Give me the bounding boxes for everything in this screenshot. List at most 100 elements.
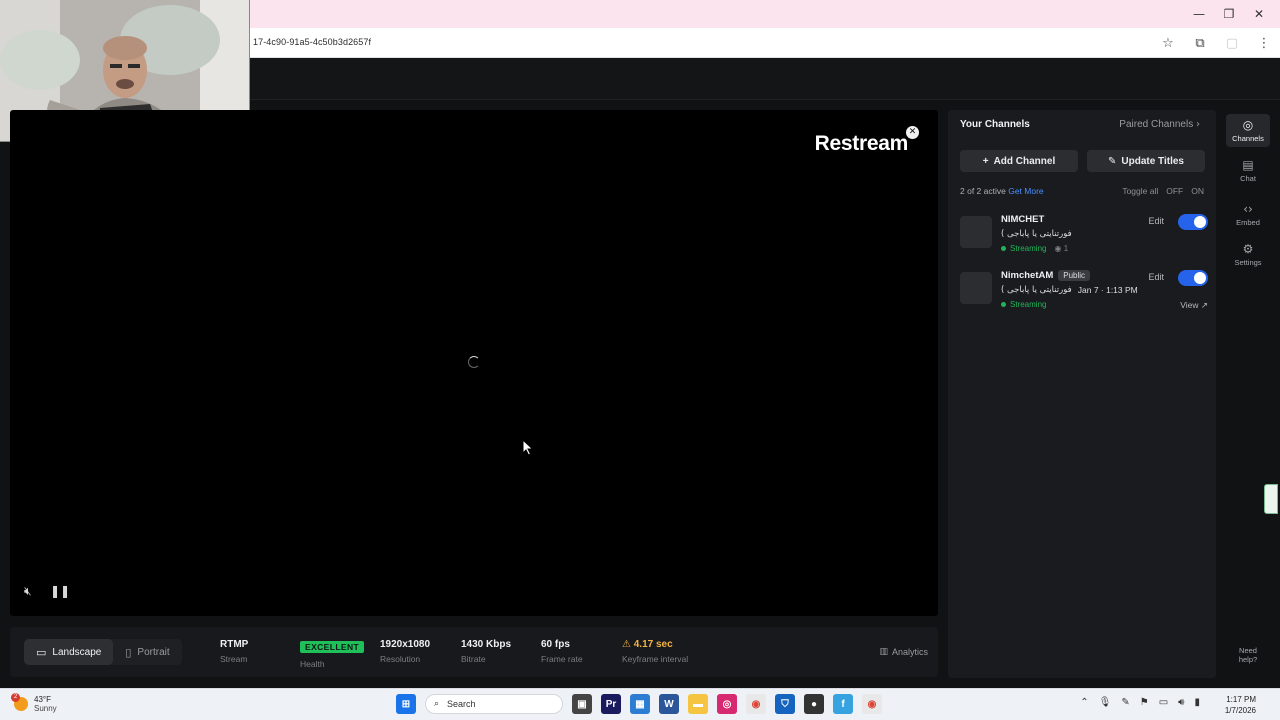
close-window-button[interactable]: ✕ [1244,4,1274,24]
store-icon[interactable]: ▦ [630,694,650,714]
active-count-text: 2 of 2 active [960,186,1006,196]
update-titles-button[interactable]: ✎ Update Titles [1087,150,1205,172]
rail-item-embed[interactable]: ‹› Embed [1226,202,1270,227]
get-more-link[interactable]: Get More [1008,186,1043,196]
edit-channel-button[interactable]: Edit [1148,216,1164,226]
warning-icon: ⚠ [622,639,631,650]
viewers-count-text: 1 [1063,244,1069,253]
file-explorer-icon[interactable]: ▣ [572,694,592,714]
mute-icon[interactable]: 🔇︎ [24,584,32,599]
portrait-button[interactable]: ▯ Portrait [113,639,181,665]
eye-icon: ◉ [1054,244,1062,253]
edit-channel-button[interactable]: Edit [1148,272,1164,282]
battery-icon[interactable]: ▮ [1194,697,1200,708]
paired-label: Paired Channels [1119,119,1194,130]
bookmark-star-icon[interactable]: ☆ [1158,33,1178,53]
stat-protocol: RTMP Stream [220,639,248,664]
rail-label: Channels [1232,134,1264,143]
analytics-label: Analytics [891,647,928,657]
toggle-all-off[interactable]: OFF [1166,186,1183,196]
pen-icon[interactable]: ✎ [1121,697,1129,708]
security-shield-icon[interactable]: ⛉ [775,694,795,714]
add-channel-button[interactable]: + Add Channel [960,150,1078,172]
channel-name: NIMCHET [1001,214,1044,225]
url-text[interactable]: 17-4c90-91a5-4c50b3d2657f [253,37,371,47]
portrait-label: Portrait [137,646,170,658]
word-icon[interactable]: W [659,694,679,714]
channel-status-text: Streaming [1010,244,1047,253]
monitor-icon: ▭ [36,645,47,659]
taskbar-search[interactable]: ⌕ Search [425,694,563,714]
channel-title: ( فورتنایتی یا پاباجی Jan 7 · 1:13 PM [1001,285,1138,295]
sun-icon: 2 [11,693,28,711]
chevron-up-icon[interactable]: ⌃ [1080,697,1088,708]
chrome-active-icon[interactable]: ◉ [862,694,882,714]
video-preview[interactable]: Restream ✕ 🔇︎ ❚❚ [10,110,938,616]
app-f-icon[interactable]: f [833,694,853,714]
stream-stats-bar: ▭ Landscape ▯ Portrait RTMP Stream EXCEL… [10,627,938,677]
add-channel-label: Add Channel [993,155,1056,167]
bar-chart-icon: ▥ [879,647,888,657]
extensions-icon[interactable]: ⧉ [1190,33,1210,53]
pause-icon[interactable]: ❚❚ [50,584,70,598]
paired-channels-link[interactable]: Paired Channels › [1119,119,1200,130]
view-link[interactable]: View ↗ [1180,300,1208,311]
rail-item-chat[interactable]: ▤ Chat [1226,158,1270,183]
minimize-button[interactable]: — [1184,4,1214,24]
status-dot-icon [1001,302,1006,307]
resolution-label: Resolution [380,654,421,664]
public-badge: Public [1058,270,1091,281]
microphone-icon[interactable]: 🎙︎ [1099,697,1112,708]
keyframe-value: ⚠ 4.17 sec [622,639,688,650]
toggle-all-controls: Toggle all OFF ON [1122,186,1204,196]
browser-menu-icon[interactable]: ⋮ [1254,33,1274,53]
bitrate-label: Bitrate [461,654,486,664]
channel-name-text: NimchetAM [1001,270,1054,281]
stat-keyframe: ⚠ 4.17 sec Keyframe interval [622,639,688,664]
premiere-icon[interactable]: Pr [601,694,621,714]
channel-title-text: ( فورتنایتی یا پاباجی [1001,285,1072,295]
mouse-cursor-icon [523,440,534,456]
channel-toggle[interactable] [1178,214,1208,230]
health-badge: EXCELLENT [300,641,365,653]
rail-label: Settings [1234,258,1262,267]
windows-start-icon[interactable]: ⊞ [396,694,416,714]
instagram-icon[interactable]: ◎ [717,694,737,714]
toggle-all-on[interactable]: ON [1191,186,1204,196]
network-icon[interactable]: ▭ [1159,697,1168,708]
close-icon[interactable]: ✕ [906,126,919,139]
loading-spinner-icon [468,356,480,368]
restore-button[interactable]: ❐ [1214,4,1244,24]
taskbar: 2 43°F Sunny ⊞ ⌕ Search ▣ Pr ▦ W ▬ ◎ ◉ ⛉… [0,688,1280,720]
channel-date: Jan 7 · 1:13 PM [1077,285,1138,295]
clock[interactable]: 1:17 PM 1/7/2026 [1225,694,1256,716]
need-help-button[interactable]: Need help? [1234,646,1262,664]
weather-desc: Sunny [34,704,57,713]
keyframe-label: Keyframe interval [622,654,689,664]
active-count: 2 of 2 active Get More [960,186,1044,196]
code-icon: ‹› [1243,202,1253,216]
channel-status-text: Streaming [1010,300,1047,309]
keyframe-value-text: 4.17 sec [633,639,673,650]
broadcast-icon: ◎ [1242,118,1254,132]
address-bar-actions: ☆ ⧉ ▢ ⋮ [1158,33,1274,53]
gear-icon: ⚙ [1242,242,1254,256]
language-icon[interactable]: ⚑ [1140,697,1149,708]
side-widget-tab[interactable] [1264,484,1278,514]
landscape-button[interactable]: ▭ Landscape [24,639,114,665]
protocol-value: RTMP [220,639,249,650]
volume-icon[interactable]: 🔊︎ [1178,697,1184,708]
status-dot-icon [1001,246,1006,251]
rail-item-settings[interactable]: ⚙ Settings [1226,242,1270,267]
weather-widget[interactable]: 2 43°F Sunny [11,693,57,713]
rail-item-channels[interactable]: ◎ Channels [1226,114,1270,147]
chrome-icon[interactable]: ◉ [746,694,766,714]
analytics-button[interactable]: ▥ Analytics [879,647,928,657]
protocol-label: Stream [220,654,248,664]
obs-icon[interactable]: ● [804,694,824,714]
folder-icon[interactable]: ▬ [688,694,708,714]
update-titles-label: Update Titles [1121,155,1184,167]
right-nav-rail: ◎ Channels ▤ Chat ‹› Embed ⚙ Settings [1226,110,1270,678]
channel-toggle[interactable] [1178,270,1208,286]
profile-icon[interactable]: ▢ [1222,33,1242,53]
